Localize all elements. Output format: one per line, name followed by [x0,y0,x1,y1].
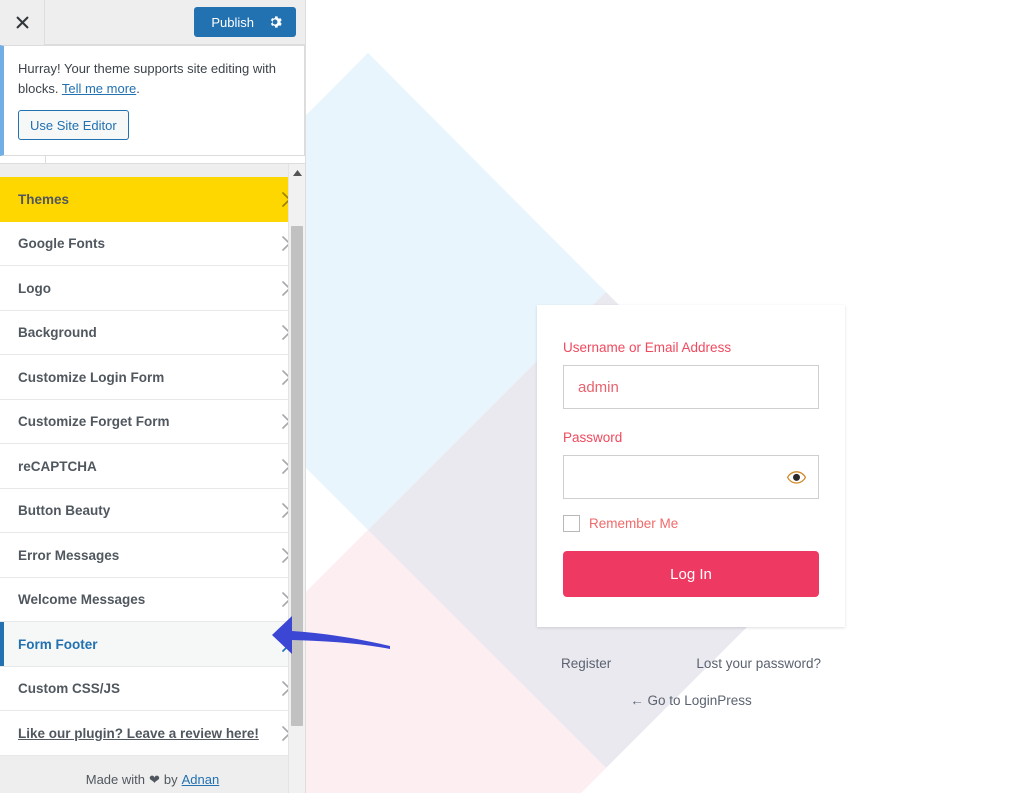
notice-text-after: . [136,81,140,97]
username-input[interactable] [563,365,819,409]
heart-icon: ❤ [149,771,160,787]
eye-icon-glyph [786,470,806,484]
login-form-container: Username or Email Address Password [537,305,845,710]
sidebar-item-recaptcha[interactable]: reCAPTCHA [0,444,305,489]
sidebar-item-label: Custom CSS/JS [18,681,121,697]
sidebar-item-form-footer[interactable]: Form Footer [0,622,305,667]
back-to-loginpress-link[interactable]: ← Go to LoginPress [630,693,752,708]
sidebar-item-label: Customize Forget Form [18,414,170,430]
sidebar-item-label: reCAPTCHA [18,458,97,474]
scroll-up-arrow-glyph [292,169,302,176]
sidebar-item-label: Logo [18,280,51,296]
password-label: Password [563,430,623,445]
scrollbar-thumb[interactable] [291,226,303,727]
sidebar-item-customize-login-form[interactable]: Customize Login Form [0,355,305,400]
notice-text: Hurray! Your theme supports site editing… [18,59,292,99]
sidebar-item-label: Error Messages [18,547,120,563]
remember-me-row[interactable]: Remember Me [563,515,819,532]
sidebar-item-google-fonts[interactable]: Google Fonts [0,221,305,267]
username-label: Username or Email Address [563,340,732,355]
customizer-toolbar-strip [0,156,305,165]
menu-top-spacer [0,164,305,178]
login-nav-links: Register Lost your password? [537,656,845,671]
gear-icon[interactable] [268,15,282,29]
close-icon[interactable] [0,0,45,45]
customizer-menu-scroll: Themes Google Fonts Logo Background Customiz… [0,164,305,793]
site-editor-notice: Hurray! Your theme supports site editing… [0,45,305,157]
lost-password-link[interactable]: Lost your password? [696,656,821,671]
register-link[interactable]: Register [561,656,611,671]
sidebar-item-label: Customize Login Form [18,369,165,385]
log-in-button[interactable]: Log In [563,551,819,597]
customizer-screen: Username or Email Address Password [0,0,1024,793]
password-field-group: Password [563,429,819,499]
sidebar-item-customize-forget-form[interactable]: Customize Forget Form [0,399,305,445]
sidebar-item-label: Button Beauty [18,503,111,519]
remember-me-checkbox[interactable] [563,515,580,532]
tell-me-more-link[interactable]: Tell me more [62,81,136,96]
credit-author-link[interactable]: Adnan [182,772,220,787]
sidebar-item-themes[interactable]: Themes [0,177,305,222]
username-field-group: Username or Email Address [563,339,819,409]
scroll-up-arrow-icon[interactable] [289,164,305,181]
sidebar-item-label: Background [18,325,97,341]
eye-icon[interactable] [785,466,807,488]
login-card: Username or Email Address Password [537,305,845,627]
notice-text-before: Hurray! Your theme supports site editing… [18,61,276,97]
back-to-site-wrap: ← Go to LoginPress [537,692,845,710]
remember-me-label: Remember Me [589,516,679,531]
sidebar-item-logo[interactable]: Logo [0,266,305,311]
sidebar-item-label: Themes [18,191,70,207]
sidebar-scrollbar[interactable] [288,164,305,793]
credit-middle: by [163,772,178,788]
use-site-editor-button[interactable]: Use Site Editor [18,110,129,141]
customizer-sidebar: Publish Hurray! Your theme supports site… [0,0,306,793]
sidebar-item-label: Welcome Messages [18,592,146,608]
publish-button-label: Publish [211,14,254,30]
sidebar-item-welcome-messages[interactable]: Welcome Messages [0,577,305,623]
customizer-menu-list: Themes Google Fonts Logo Background Customiz… [0,177,305,756]
sidebar-item-like-our-plugin-leave-a-review-here[interactable]: Like our plugin? Leave a review here! [0,711,305,756]
publish-button[interactable]: Publish [194,7,296,37]
sidebar-item-error-messages[interactable]: Error Messages [0,533,305,578]
sidebar-item-label: Google Fonts [18,236,105,252]
gear-icon-glyph [270,16,282,28]
sidebar-item-label: Form Footer [18,636,98,652]
sidebar-item-button-beauty[interactable]: Button Beauty [0,488,305,534]
sidebar-item-background[interactable]: Background [0,310,305,356]
credit-prefix: Made with [85,772,145,788]
plugin-credit: Made with ❤ by Adnan [0,755,305,793]
password-input[interactable] [563,455,819,499]
close-icon-glyph [16,16,28,28]
login-preview-pane: Username or Email Address Password [306,0,1024,793]
customizer-header: Publish [0,0,305,45]
sidebar-item-label: Like our plugin? Leave a review here! [18,725,259,741]
sidebar-item-custom-css-js[interactable]: Custom CSS/JS [0,666,305,712]
